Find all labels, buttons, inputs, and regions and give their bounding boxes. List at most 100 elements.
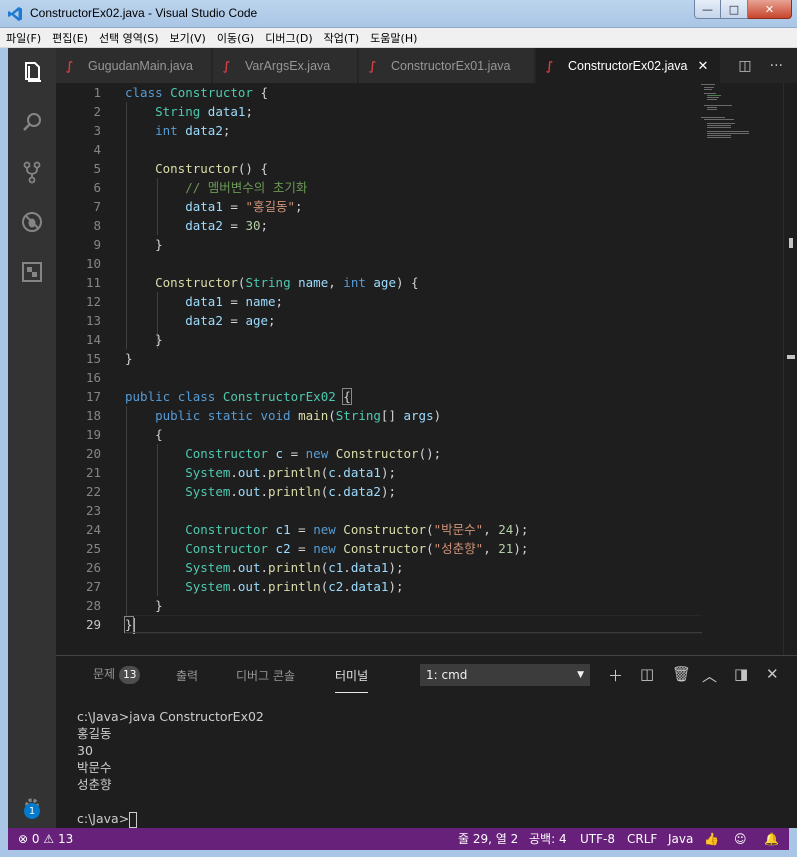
menu-view[interactable]: 보기(V) xyxy=(169,30,205,46)
line-number: 29 xyxy=(85,617,101,632)
source-control-icon[interactable] xyxy=(20,160,44,184)
maximize-button[interactable]: □ xyxy=(721,0,748,19)
java-file-icon: ∫ xyxy=(546,58,554,73)
menu-debug[interactable]: 디버그(D) xyxy=(265,30,312,46)
encoding-status[interactable]: UTF-8 xyxy=(580,828,615,850)
line-number: 12 xyxy=(85,294,101,309)
tab-terminal[interactable]: 터미널 xyxy=(335,667,369,693)
code-line: data2 = age; xyxy=(185,313,276,328)
tab-constructorex02[interactable]: ∫ ConstructorEx02.java ✕ xyxy=(536,48,721,83)
menu-go[interactable]: 이동(G) xyxy=(217,30,254,46)
vertical-scrollbar[interactable] xyxy=(783,83,797,655)
minimap[interactable] xyxy=(701,83,781,143)
maximize-icon: □ xyxy=(728,2,740,16)
split-editor-icon[interactable]: ◫ xyxy=(738,58,751,74)
code-line: { xyxy=(125,427,163,442)
menu-tasks[interactable]: 작업(T) xyxy=(324,30,360,46)
terminal-prompt: c:\Java> xyxy=(77,811,130,826)
code-editor[interactable]: 1 2 3 4 5 6 7 8 9 10 11 12 13 14 15 16 17 18 19 20 21 22 23 24 2… xyxy=(56,83,797,655)
problems-status[interactable]: ⊗ 0 ⚠ 13 xyxy=(18,828,73,850)
tab-output[interactable]: 출력 xyxy=(176,667,198,684)
line-number: 13 xyxy=(85,313,101,328)
terminal-prompt-line: c:\Java> xyxy=(77,810,264,828)
maximize-panel-icon[interactable]: ︿ xyxy=(702,665,717,686)
code-line: System.out.println(c1.data1); xyxy=(185,560,404,575)
tab-debug-console[interactable]: 디버그 콘솔 xyxy=(236,667,295,684)
tab-constructorex01[interactable]: ∫ ConstructorEx01.java xyxy=(359,48,535,83)
language-mode[interactable]: Java xyxy=(668,828,693,850)
java-file-icon: ∫ xyxy=(66,58,74,73)
terminal-line: 30 xyxy=(77,743,93,758)
java-file-icon: ∫ xyxy=(223,58,231,73)
terminal-cursor xyxy=(129,811,138,828)
line-number: 4 xyxy=(93,142,101,157)
scrollbar-marker xyxy=(787,355,795,359)
code-line: Constructor() { xyxy=(155,161,269,176)
line-number: 5 xyxy=(93,161,101,176)
menu-file[interactable]: 파일(F) xyxy=(6,30,41,46)
code-line: Constructor(String name, int age) { xyxy=(155,275,419,290)
window-frame-left xyxy=(0,48,8,857)
tab-label: VarArgsEx.java xyxy=(245,58,331,73)
vscode-logo-icon xyxy=(8,7,22,21)
extensions-icon[interactable] xyxy=(20,260,44,284)
warning-icon: ⚠ xyxy=(43,832,55,846)
terminal-output[interactable]: c:\Java>java ConstructorEx02 홍길동 30 박문수 … xyxy=(77,708,264,828)
line-number: 19 xyxy=(85,427,101,442)
code-line: data1 = name; xyxy=(185,294,284,309)
code-line: System.out.println(c.data1); xyxy=(185,465,396,480)
thumbs-up-icon[interactable]: 👍 xyxy=(704,828,719,850)
line-number: 15 xyxy=(85,351,101,366)
line-number: 25 xyxy=(85,541,101,556)
code-line: } xyxy=(125,351,133,366)
tab-close-icon[interactable]: ✕ xyxy=(698,58,709,74)
activity-bar xyxy=(8,48,56,828)
search-icon[interactable] xyxy=(20,110,44,134)
close-panel-icon[interactable]: ✕ xyxy=(766,665,779,683)
code-line: data1 = "홍길동"; xyxy=(185,199,303,214)
terminal-line: 박문수 xyxy=(77,760,112,775)
tab-gugudanmain[interactable]: ∫ GugudanMain.java xyxy=(56,48,212,83)
cursor-position[interactable]: 줄 29, 열 2 xyxy=(458,828,518,850)
feedback-smiley-icon[interactable]: ☺ xyxy=(734,828,747,850)
menu-help[interactable]: 도움말(H) xyxy=(370,30,417,46)
line-number: 20 xyxy=(85,446,101,461)
line-number: 2 xyxy=(93,104,101,119)
horizontal-scrollbar[interactable] xyxy=(125,632,702,633)
code-line: class Constructor { xyxy=(125,85,269,100)
code-line: } xyxy=(125,598,163,613)
menu-edit[interactable]: 편집(E) xyxy=(52,30,88,46)
tab-label: GugudanMain.java xyxy=(88,58,193,73)
close-window-button[interactable]: ✕ xyxy=(748,0,792,19)
menu-selection[interactable]: 선택 영역(S) xyxy=(99,30,159,46)
code-line: public static void main(String[] args) xyxy=(155,408,442,423)
eol-status[interactable]: CRLF xyxy=(627,828,657,850)
minimize-button[interactable]: — xyxy=(694,0,721,19)
terminal-select[interactable]: 1: cmd ▼ xyxy=(420,664,590,686)
settings-update-badge: 1 xyxy=(24,803,40,819)
code-line: Constructor c = new Constructor(); xyxy=(185,446,442,461)
debug-icon[interactable] xyxy=(20,210,44,234)
tab-problems[interactable]: 문제 13 xyxy=(93,665,141,684)
line-number: 22 xyxy=(85,484,101,499)
new-terminal-icon[interactable]: ＋ xyxy=(608,665,623,686)
toggle-panel-position-icon[interactable]: ◨ xyxy=(734,665,748,683)
line-number: 28 xyxy=(85,598,101,613)
split-terminal-icon[interactable]: ◫ xyxy=(640,665,654,683)
code-line: int data2; xyxy=(155,123,231,138)
code-line: data2 = 30; xyxy=(185,218,269,233)
indentation-status[interactable]: 공백: 4 xyxy=(529,828,567,850)
scrollbar-marker xyxy=(789,238,793,248)
notifications-bell-icon[interactable]: 🔔 xyxy=(764,828,779,850)
tab-problems-label: 문제 xyxy=(93,667,116,681)
explorer-icon[interactable] xyxy=(20,60,44,84)
window-frame-bottom xyxy=(0,850,797,857)
terminal-line: 홍길동 xyxy=(77,726,112,741)
code-line: System.out.println(c2.data1); xyxy=(185,579,404,594)
trash-icon[interactable]: 🗑 xyxy=(672,665,691,683)
terminal-line: 성춘향 xyxy=(77,777,112,792)
more-actions-icon[interactable]: ··· xyxy=(770,58,783,74)
line-number: 8 xyxy=(93,218,101,233)
tab-varargsex[interactable]: ∫ VarArgsEx.java xyxy=(213,48,358,83)
close-icon: ✕ xyxy=(764,2,775,16)
